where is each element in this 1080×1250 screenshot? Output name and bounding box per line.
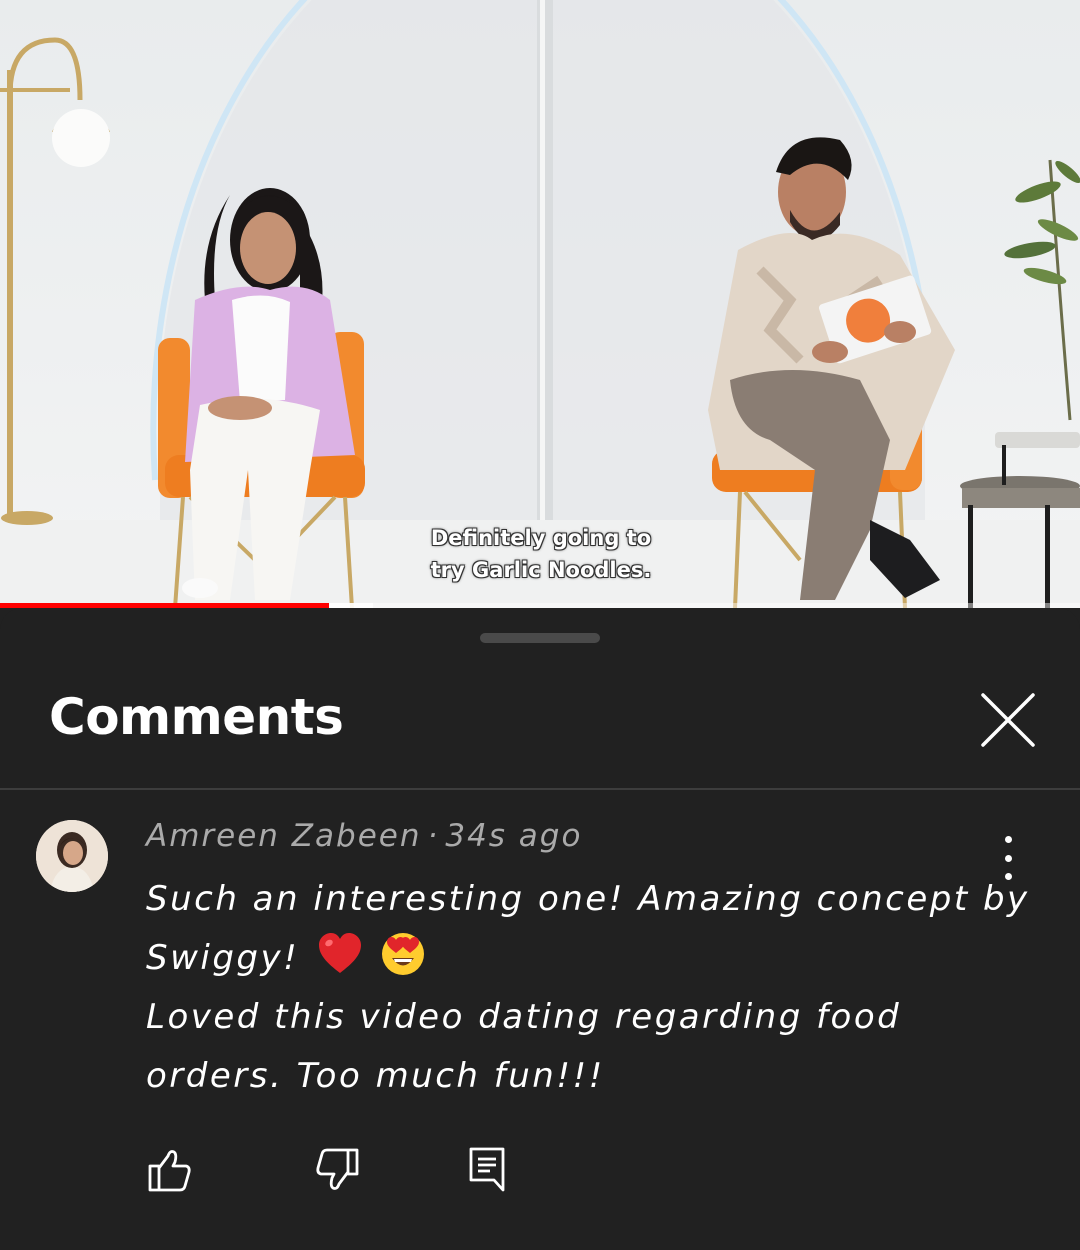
comment-line: orders. Too much fun!!! <box>146 1056 605 1096</box>
comment-actions <box>0 1146 1080 1194</box>
like-button[interactable] <box>146 1146 194 1194</box>
panel-title: Comments <box>49 688 344 746</box>
reply-icon <box>469 1147 505 1192</box>
comment-time: 34s ago <box>445 818 583 854</box>
dislike-button[interactable] <box>313 1146 361 1194</box>
meta-separator: · <box>427 818 440 854</box>
comment-line-with-emoji: Swiggy! <box>146 929 1006 988</box>
like-icon <box>148 1150 191 1192</box>
video-subtitle: Definitely going to try Garlic Noodles. <box>380 522 702 586</box>
dislike-icon <box>316 1148 359 1190</box>
heart-eyes-emoji <box>381 933 424 975</box>
close-button[interactable] <box>972 684 1044 756</box>
avatar[interactable] <box>36 820 108 892</box>
subtitle-line: try Garlic Noodles. <box>430 558 652 582</box>
comment-line: Swiggy! <box>146 938 300 978</box>
close-icon <box>981 693 1035 747</box>
header-divider <box>0 788 1080 790</box>
comment-line: Loved this video dating regarding food <box>146 997 902 1037</box>
red-heart-emoji <box>318 933 361 973</box>
comment-meta: Amreen Zabeen · 34s ago <box>146 818 582 854</box>
reply-button[interactable] <box>464 1146 512 1194</box>
more-vert-icon <box>1004 854 1012 862</box>
comment-text: Such an interesting one! Amazing concept… <box>146 870 1030 1106</box>
video-frame <box>0 0 1080 608</box>
more-vert-icon <box>1004 836 1012 843</box>
drag-handle[interactable] <box>480 633 600 643</box>
comment-line: Such an interesting one! Amazing concept… <box>146 879 1030 919</box>
comment-author[interactable]: Amreen Zabeen <box>146 818 422 854</box>
subtitle-line: Definitely going to <box>430 526 652 550</box>
comments-panel: Comments Amreen Zabeen · 34s ago Such an i… <box>0 608 1080 1250</box>
video-player[interactable]: Definitely going to try Garlic Noodles. <box>0 0 1080 608</box>
